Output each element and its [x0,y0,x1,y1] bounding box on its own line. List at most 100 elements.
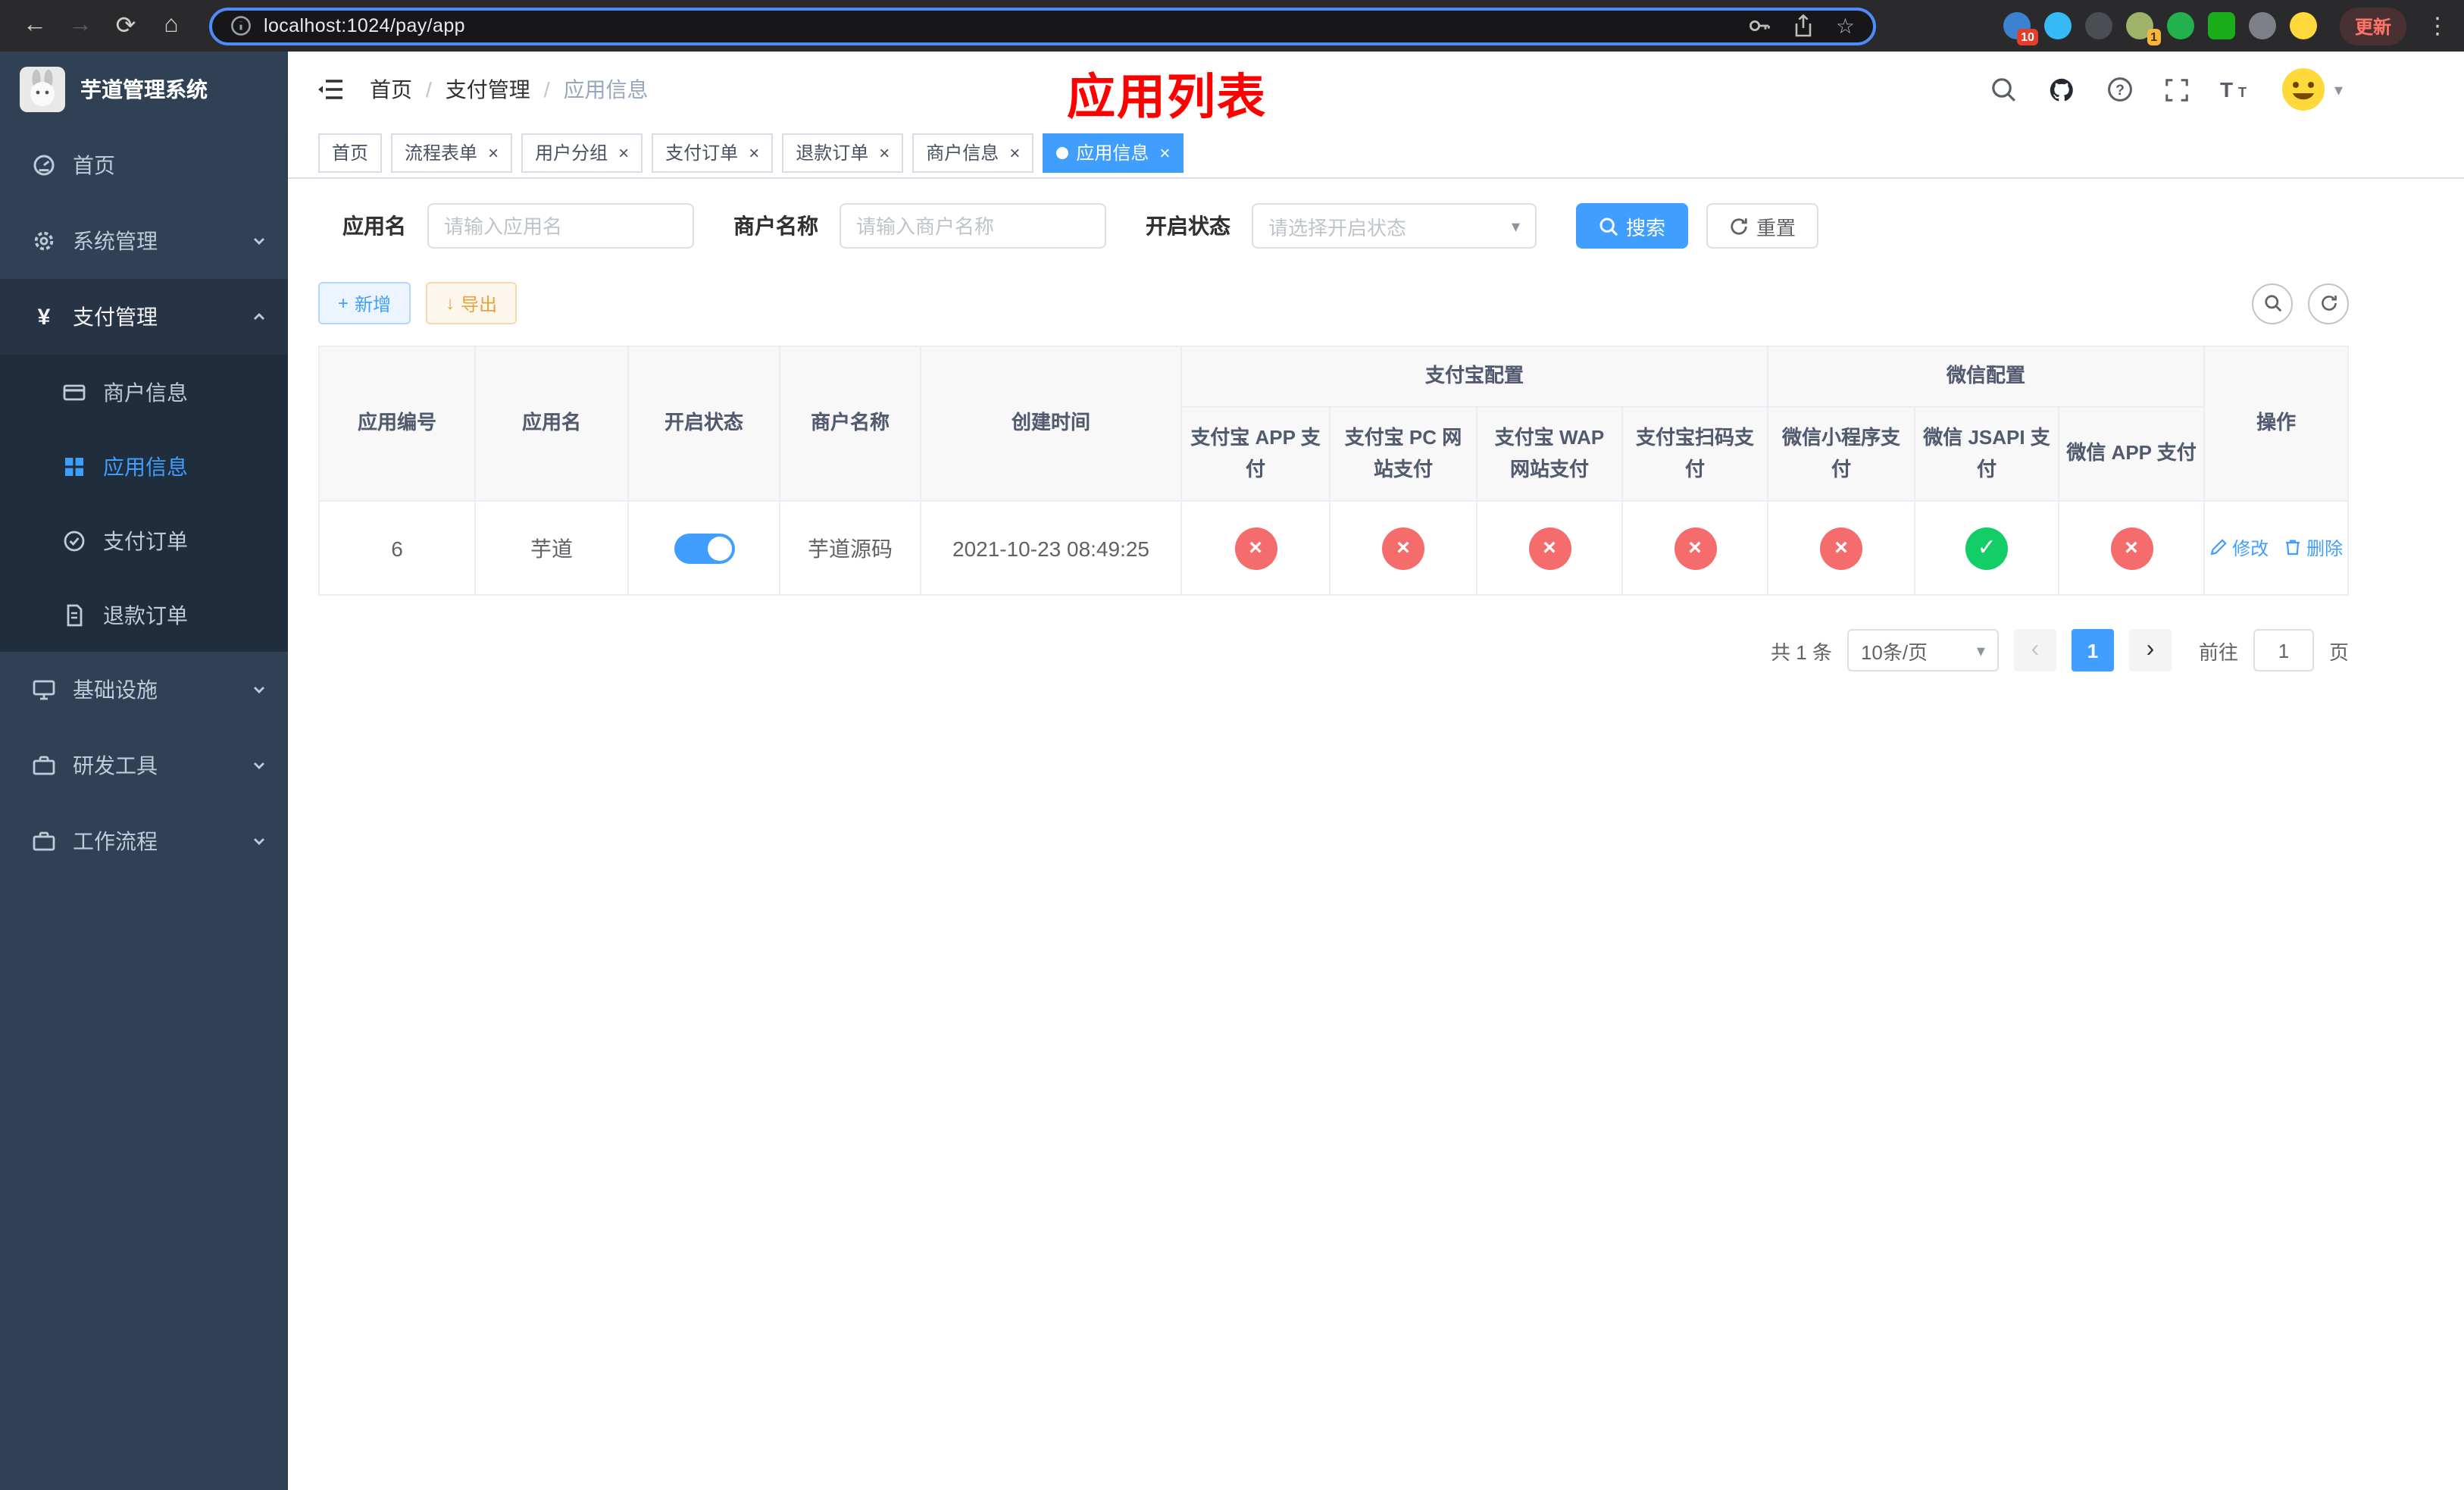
toolbox-icon [30,753,58,778]
breadcrumb-home[interactable]: 首页 [370,74,412,105]
export-button[interactable]: ↓ 导出 [426,282,518,324]
toggle-search-button[interactable] [2252,283,2293,324]
browser-menu-icon[interactable]: ⋮ [2426,12,2449,39]
sidebar-item-payment[interactable]: ¥ 支付管理 [0,279,288,355]
main-area: 应用列表 首页 / 支付管理 / 应用信息 ? T T ▾ 首页 流程表单 × … [288,52,2464,1490]
col-header-alipay-app: 支付宝 APP 支付 [1180,406,1330,502]
trash-icon [2286,540,2300,556]
status-cross-icon: × [2110,527,2153,569]
app-table: 应用编号 应用名 开启状态 商户名称 创建时间 支付宝配置 微信配置 操作 支付… [318,346,2350,596]
close-icon[interactable]: × [1159,143,1170,161]
breadcrumb-payment[interactable]: 支付管理 [446,74,530,105]
reset-button-label: 重置 [1756,216,1796,239]
extension-icon-green-square[interactable] [2207,12,2235,39]
fullscreen-icon[interactable] [2165,77,2190,102]
reload-icon[interactable]: ⟳ [106,6,145,45]
app-name-label: 应用名 [342,214,406,238]
col-header-wechat-app: 微信 APP 支付 [2058,406,2206,502]
tab-label: 支付订单 [665,142,739,164]
sidebar-item-infrastructure[interactable]: 基础设施 [0,652,288,728]
sidebar-item-refund-orders[interactable]: 退款订单 [0,578,288,652]
search-icon[interactable] [1990,76,2018,103]
site-info-icon[interactable] [230,15,252,36]
extension-icon-dark[interactable] [2084,12,2112,39]
tab-label: 应用信息 [1076,142,1149,164]
cell-status [627,500,780,596]
app-name-input[interactable] [427,203,694,249]
sidebar-item-dev-tools[interactable]: 研发工具 [0,728,288,803]
share-icon[interactable] [1793,14,1815,38]
tab-home[interactable]: 首页 [318,133,383,172]
add-button[interactable]: + 新增 [318,282,411,324]
password-key-icon[interactable] [1748,14,1772,38]
sidebar-item-label: 退款订单 [103,603,188,627]
extension-icon-lightblue[interactable] [2043,12,2072,39]
tab-user-group[interactable]: 用户分组 × [521,133,643,172]
close-icon[interactable]: × [1009,143,1020,161]
profile-emoji-icon[interactable] [2289,12,2317,39]
sidebar-logo[interactable]: 芋道管理系统 [0,52,288,127]
app-title: 芋道管理系统 [80,77,208,102]
sidebar-item-merchant-info[interactable]: 商户信息 [0,355,288,429]
extension-icon-avatar[interactable]: 1 [2125,12,2161,45]
tab-refund-orders[interactable]: 退款订单 × [782,133,904,172]
chevron-down-icon [252,758,267,773]
toolbox-icon [30,829,58,853]
user-avatar[interactable]: ▾ [2281,67,2343,112]
bookmark-star-icon[interactable]: ☆ [1836,15,1855,36]
prev-page-button[interactable]: ‹ [2013,629,2056,671]
back-icon[interactable]: ← [15,6,55,45]
github-icon[interactable] [2048,75,2077,104]
address-bar[interactable]: localhost:1024/pay/app ☆ [209,7,1876,45]
delete-button[interactable]: 删除 [2284,535,2343,561]
sidebar-item-home[interactable]: 首页 [0,127,288,203]
cell-wechat-mini: × [1767,500,1916,596]
search-button[interactable]: 搜索 [1576,203,1689,249]
url-text: localhost:1024/pay/app [264,15,465,36]
current-page-button[interactable]: 1 [2071,629,2114,671]
extension-icon-green-circle[interactable] [2166,12,2194,39]
tab-payment-orders[interactable]: 支付订单 × [652,133,774,172]
refresh-table-button[interactable] [2308,283,2349,324]
edit-button[interactable]: 修改 [2209,535,2269,561]
tab-process-form[interactable]: 流程表单 × [391,133,513,172]
extension-badge: 10 [2017,29,2038,45]
close-icon[interactable]: × [618,143,629,161]
enable-switch[interactable] [674,533,734,563]
address-bar-actions: ☆ [1748,14,1855,38]
gear-icon [30,229,58,253]
font-size-icon[interactable]: TT [2221,77,2251,102]
help-icon[interactable]: ? [2107,76,2134,103]
chevron-down-icon [252,233,267,249]
sidebar-item-app-info[interactable]: 应用信息 [0,429,288,503]
overlay-page-title: 应用列表 [1067,70,1268,124]
refresh-icon [2321,296,2336,311]
reset-button[interactable]: 重置 [1706,203,1819,249]
close-icon[interactable]: × [488,143,499,161]
sidebar-item-system[interactable]: 系统管理 [0,203,288,279]
sidebar-item-workflow[interactable]: 工作流程 [0,803,288,879]
extension-icon-blue[interactable]: 10 [2003,12,2038,45]
sidebar-item-payment-orders[interactable]: 支付订单 [0,503,288,578]
grid-icon [61,454,88,478]
switch-knob [707,536,731,560]
status-select[interactable]: 请选择开启状态 ▾ [1252,203,1537,249]
goto-page-input[interactable] [2253,629,2314,671]
home-icon[interactable]: ⌂ [152,6,191,45]
next-page-button[interactable]: › [2128,629,2172,671]
close-icon[interactable]: × [749,143,759,161]
top-navbar: 首页 / 支付管理 / 应用信息 ? T T ▾ [288,52,2464,127]
tab-merchant-info[interactable]: 商户信息 × [912,133,1034,172]
merchant-name-input[interactable] [840,203,1106,249]
goto-label: 前往 [2198,640,2238,663]
tab-app-info[interactable]: 应用信息 × [1043,133,1184,172]
extensions-puzzle-icon[interactable] [2248,12,2276,39]
sidebar-toggle-icon[interactable] [315,74,346,105]
forward-icon[interactable]: → [61,6,100,45]
page-size-select[interactable]: 10条/页 ▾ [1846,629,1999,671]
close-icon[interactable]: × [879,143,890,161]
breadcrumb: 首页 / 支付管理 / 应用信息 [370,74,649,105]
col-header-alipay-pc: 支付宝 PC 网站支付 [1329,406,1477,502]
browser-update-button[interactable]: 更新 [2339,7,2406,45]
screen: ← → ⟳ ⌂ localhost:1024/pay/app ☆ 10 1 更新… [0,0,2464,1490]
